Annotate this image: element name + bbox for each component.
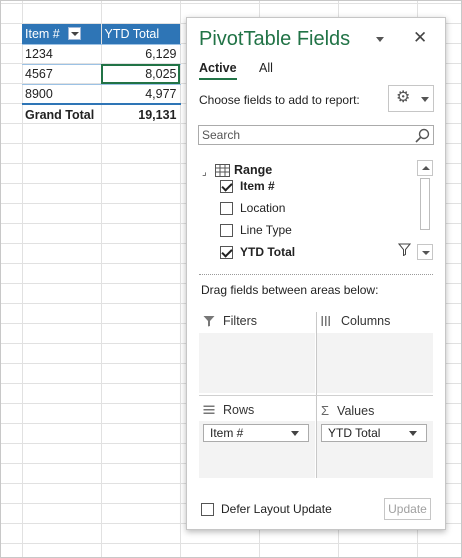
table-row: 4567 8,025 — [22, 64, 181, 85]
search-placeholder: Search — [202, 128, 241, 142]
header-ytd-cell[interactable]: YTD Total — [101, 24, 181, 45]
field-label: YTD Total — [240, 245, 296, 259]
total-cell[interactable]: 6,129 — [101, 44, 181, 65]
filters-label: Filters — [223, 314, 258, 328]
rows-field-label: Item # — [210, 426, 244, 440]
field-list: ⌟ Range Item # Location Line Type YTD To… — [198, 160, 434, 264]
total-cell-selected[interactable]: 8,025 — [101, 64, 181, 85]
rows-label: Rows — [223, 403, 255, 417]
checkbox[interactable] — [220, 223, 233, 237]
filters-drop-area[interactable] — [199, 333, 315, 393]
item-cell[interactable]: 4567 — [22, 64, 102, 85]
scroll-up-icon[interactable] — [417, 160, 433, 176]
filter-dropdown-icon[interactable] — [67, 26, 81, 40]
field-item-number[interactable]: Item # — [220, 176, 275, 196]
columns-label: Columns — [341, 314, 391, 328]
grand-total-label[interactable]: Grand Total — [22, 103, 102, 124]
filter-icon[interactable] — [398, 243, 411, 256]
values-field-ytd-dropdown[interactable]: YTD Total — [321, 424, 427, 442]
drag-fields-label: Drag fields between areas below: — [201, 283, 379, 297]
field-location[interactable]: Location — [220, 198, 285, 218]
collapse-icon[interactable]: ⌟ — [202, 167, 207, 178]
checkbox-checked[interactable] — [220, 179, 233, 193]
values-area-header: Σ Values — [321, 403, 374, 418]
columns-drop-area[interactable] — [317, 333, 433, 393]
rows-icon — [203, 405, 215, 414]
search-input[interactable]: Search — [198, 125, 434, 145]
defer-layout-update[interactable]: Defer Layout Update — [201, 502, 332, 516]
pivottable-fields-pane: PivotTable Fields ✕ Active All Choose fi… — [186, 17, 446, 530]
values-field-label: YTD Total — [328, 426, 381, 440]
chevron-down-icon — [421, 97, 429, 102]
pane-divider[interactable] — [199, 274, 433, 275]
choose-fields-label: Choose fields to add to report: — [199, 93, 360, 107]
field-label: Line Type — [240, 223, 292, 237]
header-ytd-label: YTD Total — [104, 26, 160, 41]
field-label: Item # — [240, 179, 275, 193]
field-label: Location — [240, 201, 286, 215]
checkbox-checked[interactable] — [220, 245, 233, 259]
scroll-down-icon[interactable] — [417, 244, 433, 260]
columns-area-header: Columns — [321, 314, 390, 328]
search-icon[interactable] — [414, 128, 430, 144]
tab-active[interactable]: Active — [199, 61, 237, 80]
total-cell[interactable]: 4,977 — [101, 84, 181, 105]
grand-total-row: Grand Total 19,131 — [22, 103, 181, 124]
pane-options-dropdown-icon[interactable] — [376, 37, 384, 42]
close-icon[interactable]: ✕ — [413, 28, 427, 48]
table-row: 1234 6,129 — [22, 44, 181, 65]
values-label: Values — [337, 403, 375, 418]
defer-label: Defer Layout Update — [221, 502, 332, 516]
pivot-table: Item # YTD Total 1234 6,129 4567 8,025 8… — [22, 24, 181, 124]
area-horizontal-divider — [199, 395, 433, 396]
range-label: Range — [234, 163, 273, 177]
defer-checkbox[interactable] — [201, 502, 214, 516]
filter-icon — [203, 316, 215, 327]
field-ytd-total[interactable]: YTD Total — [220, 242, 295, 262]
field-line-type[interactable]: Line Type — [220, 220, 292, 240]
field-list-scrollbar[interactable] — [417, 160, 433, 260]
pivot-header-row: Item # YTD Total — [22, 24, 181, 45]
gear-icon: ⚙ — [396, 89, 411, 106]
header-item-cell[interactable]: Item # — [22, 24, 102, 45]
grand-total-value[interactable]: 19,131 — [101, 103, 181, 124]
checkbox[interactable] — [220, 201, 233, 215]
header-item-label: Item # — [25, 26, 60, 41]
tools-button[interactable]: ⚙ — [388, 85, 434, 112]
update-button[interactable]: Update — [384, 498, 431, 520]
item-cell[interactable]: 1234 — [22, 44, 102, 65]
scroll-thumb[interactable] — [420, 178, 430, 230]
table-row: 8900 4,977 — [22, 84, 181, 105]
rows-field-item-dropdown[interactable]: Item # — [203, 424, 309, 442]
filters-area-header: Filters — [203, 314, 257, 328]
sigma-icon: Σ — [321, 403, 330, 418]
item-cell[interactable]: 8900 — [22, 84, 102, 105]
pane-title: PivotTable Fields — [199, 28, 351, 50]
tab-all[interactable]: All — [259, 61, 273, 75]
columns-icon — [321, 316, 330, 326]
rows-area-header: Rows — [203, 403, 254, 417]
